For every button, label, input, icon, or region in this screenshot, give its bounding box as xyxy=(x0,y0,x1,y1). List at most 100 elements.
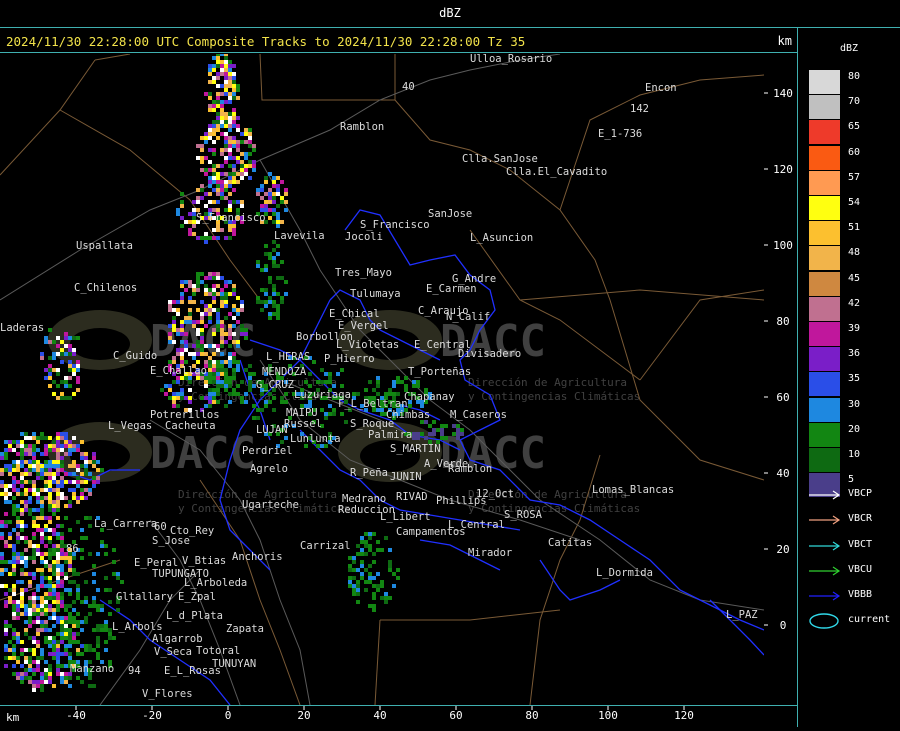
echo-pixel xyxy=(444,424,448,428)
echo-pixel xyxy=(24,660,28,664)
echo-pixel xyxy=(328,412,332,416)
echo-pixel xyxy=(28,648,32,652)
echo-pixel xyxy=(8,492,12,496)
echo-pixel xyxy=(360,576,364,580)
echo-pixel xyxy=(212,168,216,172)
echo-pixel xyxy=(56,488,60,492)
legend-value-5: 5 xyxy=(848,474,855,486)
echo-pixel xyxy=(48,492,52,496)
echo-pixel xyxy=(312,360,316,364)
echo-pixel xyxy=(68,644,72,648)
echo-pixel xyxy=(248,176,252,180)
echo-pixel xyxy=(16,532,20,536)
echo-pixel xyxy=(32,576,36,580)
echo-pixel xyxy=(88,644,92,648)
echo-pixel xyxy=(440,432,444,436)
echo-pixel xyxy=(36,656,40,660)
echo-pixel xyxy=(236,364,240,368)
echo-pixel xyxy=(388,564,392,568)
place-label: Ramblon xyxy=(340,121,384,133)
echo-pixel xyxy=(240,380,244,384)
echo-pixel xyxy=(216,348,220,352)
echo-pixel xyxy=(268,252,272,256)
echo-pixel xyxy=(20,604,24,608)
echo-pixel xyxy=(96,604,100,608)
echo-pixel xyxy=(16,656,20,660)
echo-pixel xyxy=(56,524,60,528)
echo-pixel xyxy=(216,324,220,328)
echo-pixel xyxy=(64,436,68,440)
echo-pixel xyxy=(272,184,276,188)
echo-pixel xyxy=(212,380,216,384)
echo-pixel xyxy=(84,496,88,500)
echo-pixel xyxy=(216,364,220,368)
echo-pixel xyxy=(272,196,276,200)
map-canvas[interactable]: DACCDirección de Agriculturay Contingenc… xyxy=(0,54,764,705)
echo-pixel xyxy=(220,328,224,332)
echo-pixel xyxy=(164,384,168,388)
x-tick-label: 0 xyxy=(225,709,232,722)
echo-pixel xyxy=(48,436,52,440)
echo-pixel xyxy=(8,448,12,452)
echo-pixel xyxy=(32,532,36,536)
echo-pixel xyxy=(68,500,72,504)
echo-pixel xyxy=(368,548,372,552)
echo-pixel xyxy=(20,552,24,556)
y-tick-label: 20 xyxy=(776,543,789,556)
echo-pixel xyxy=(392,584,396,588)
echo-pixel xyxy=(96,628,100,632)
echo-pixel xyxy=(220,92,224,96)
echo-pixel xyxy=(224,368,228,372)
echo-pixel xyxy=(12,604,16,608)
legend-value-35: 35 xyxy=(848,373,861,385)
place-label: LUJAN xyxy=(256,424,288,436)
echo-pixel xyxy=(308,384,312,388)
echo-pixel xyxy=(88,488,92,492)
department-boundaries xyxy=(0,54,764,705)
echo-pixel xyxy=(348,564,352,568)
radar-map[interactable]: DACCDirección de Agriculturay Contingenc… xyxy=(0,54,764,705)
echo-pixel xyxy=(232,188,236,192)
x-tick-label: 40 xyxy=(373,709,386,722)
echo-pixel xyxy=(208,392,212,396)
echo-pixel xyxy=(36,548,40,552)
echo-pixel xyxy=(92,648,96,652)
echo-pixel xyxy=(416,384,420,388)
echo-pixel xyxy=(216,54,220,56)
echo-pixel xyxy=(76,464,80,468)
echo-pixel xyxy=(16,460,20,464)
echo-pixel xyxy=(68,364,72,368)
echo-pixel xyxy=(76,476,80,480)
echo-pixel xyxy=(212,188,216,192)
echo-pixel xyxy=(236,124,240,128)
echo-pixel xyxy=(284,436,288,440)
echo-pixel xyxy=(60,544,64,548)
echo-pixel xyxy=(44,468,48,472)
echo-pixel xyxy=(200,352,204,356)
echo-pixel xyxy=(44,576,48,580)
echo-pixel xyxy=(244,168,248,172)
echo-pixel xyxy=(172,356,176,360)
echo-pixel xyxy=(104,552,108,556)
echo-pixel xyxy=(412,384,416,388)
echo-pixel xyxy=(208,192,212,196)
echo-pixel xyxy=(208,312,212,316)
echo-pixel xyxy=(388,568,392,572)
echo-pixel xyxy=(268,172,272,176)
echo-pixel xyxy=(20,476,24,480)
echo-pixel xyxy=(232,368,236,372)
place-label: Uspallata xyxy=(76,240,133,252)
echo-pixel xyxy=(4,440,8,444)
place-label: S_Francisco xyxy=(360,219,430,231)
echo-pixel xyxy=(272,212,276,216)
legend-value-51: 51 xyxy=(848,222,861,234)
echo-pixel xyxy=(48,340,52,344)
track-label-vbbb: VBBB xyxy=(848,589,873,601)
echo-pixel xyxy=(44,628,48,632)
echo-pixel xyxy=(60,664,64,668)
echo-pixel xyxy=(64,480,68,484)
echo-pixel xyxy=(64,672,68,676)
echo-pixel xyxy=(36,488,40,492)
echo-pixel xyxy=(76,368,80,372)
echo-pixel xyxy=(232,116,236,120)
